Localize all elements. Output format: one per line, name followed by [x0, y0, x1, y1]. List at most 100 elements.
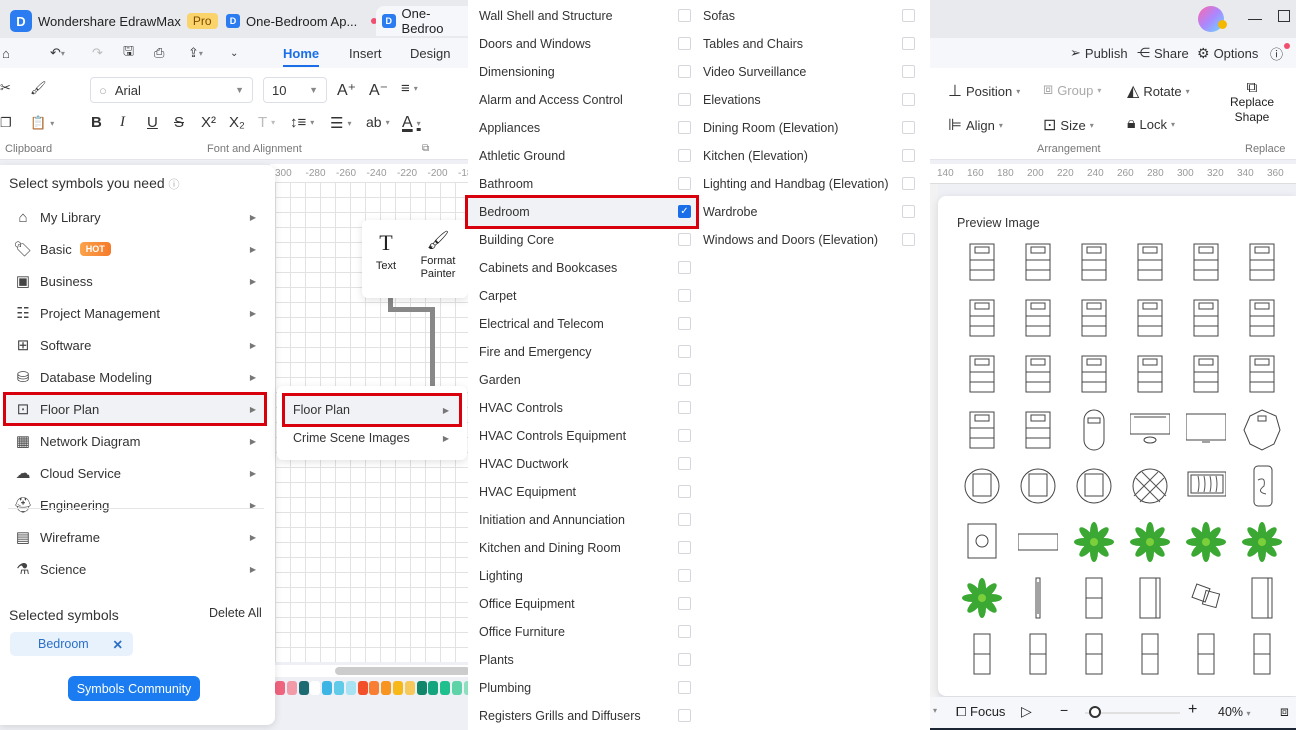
help-circle-icon[interactable]: ⓘ	[169, 179, 180, 191]
bed-symbol[interactable]	[1074, 352, 1114, 396]
category-item[interactable]: Bedroom ✓	[465, 195, 699, 229]
wardrobe-symbol[interactable]	[1018, 632, 1058, 676]
format-brush-icon[interactable]: 🖌	[30, 80, 47, 96]
category-item[interactable]: HVAC Ductwork	[468, 450, 696, 478]
wardrobe-symbol[interactable]	[962, 632, 1002, 676]
category-item[interactable]: Sofas	[692, 2, 930, 30]
round-table-symbol[interactable]	[1242, 408, 1282, 452]
minimize-icon[interactable]: —	[1248, 10, 1262, 26]
checkbox[interactable]	[678, 93, 691, 106]
category-item[interactable]: HVAC Controls	[468, 394, 696, 422]
italic-icon[interactable]: I	[120, 114, 125, 131]
category-item[interactable]: Lighting and Handbag (Elevation)	[692, 170, 930, 198]
color-swatch[interactable]	[334, 681, 344, 695]
category-item[interactable]: Dimensioning	[468, 58, 696, 86]
color-swatch[interactable]	[440, 681, 451, 695]
bullet-list-icon[interactable]: ☰ ▾	[330, 114, 351, 132]
category-item[interactable]: Wall Shell and Structure	[468, 2, 696, 30]
bed-symbol[interactable]	[1186, 296, 1226, 340]
bed-symbol[interactable]	[1242, 296, 1282, 340]
plant-symbol[interactable]	[1074, 520, 1114, 564]
plant-symbol[interactable]	[962, 576, 1002, 620]
round-bed-symbol[interactable]	[962, 464, 1002, 508]
category-item[interactable]: Wardrobe	[692, 198, 930, 226]
checkbox[interactable]	[902, 205, 915, 218]
sidebar-item-network-diagram[interactable]: ▦ Network Diagram ▶	[6, 427, 264, 455]
category-item[interactable]: Garden	[468, 366, 696, 394]
delete-all-button[interactable]: Delete All	[209, 606, 262, 620]
round-rug-symbol[interactable]	[1130, 464, 1170, 508]
bed-symbol[interactable]	[1130, 352, 1170, 396]
replace-shape-button[interactable]: ⧉ Replace Shape	[1212, 80, 1292, 125]
increase-font-icon[interactable]: A⁺	[337, 80, 356, 100]
color-swatch[interactable]	[428, 681, 439, 695]
decrease-font-icon[interactable]: A⁻	[369, 80, 388, 100]
plant-symbol[interactable]	[1186, 520, 1226, 564]
bed-symbol[interactable]	[1186, 352, 1226, 396]
sidebar-item-basic[interactable]: 🏷︎ Basic HOT ▶	[6, 235, 264, 263]
app-home-tab[interactable]: D Wondershare EdrawMax Pro	[4, 6, 224, 36]
horizontal-scrollbar-thumb[interactable]	[335, 667, 470, 675]
category-item[interactable]: Building Core	[468, 226, 696, 254]
document-tab-1[interactable]: D One-Bedroom Ap...	[220, 6, 383, 36]
text-case-icon[interactable]: ab ▾	[366, 114, 390, 130]
zoom-in-icon[interactable]: +	[1188, 701, 1197, 719]
align-button[interactable]: ⊫ Align ▾	[948, 115, 1003, 135]
position-button[interactable]: ⊥ Position ▾	[948, 81, 1020, 101]
category-item[interactable]: Doors and Windows	[468, 30, 696, 58]
bed-symbol[interactable]	[1242, 352, 1282, 396]
bed-symbol[interactable]	[962, 352, 1002, 396]
restore-icon[interactable]	[1278, 10, 1290, 22]
oval-bed-symbol[interactable]	[1074, 408, 1114, 452]
checkbox[interactable]	[678, 597, 691, 610]
wall-shape[interactable]	[430, 307, 435, 387]
cabinet-symbol[interactable]	[1130, 576, 1170, 620]
rectangle-symbol[interactable]	[1017, 520, 1059, 564]
checkbox[interactable]	[678, 625, 691, 638]
color-swatch[interactable]	[286, 681, 297, 695]
underline-icon[interactable]: U	[147, 114, 158, 131]
chevron-down-icon[interactable]: ▾	[933, 706, 937, 715]
wardrobe-symbol[interactable]	[1074, 576, 1114, 620]
zoom-level-select[interactable]: 40% ▾	[1218, 705, 1251, 719]
category-item[interactable]: Elevations	[692, 86, 930, 114]
checkbox[interactable]	[902, 121, 915, 134]
category-item[interactable]: Electrical and Telecom	[468, 310, 696, 338]
round-bed-symbol[interactable]	[1074, 464, 1114, 508]
category-item[interactable]: Windows and Doors (Elevation)	[692, 226, 930, 254]
category-item[interactable]: Appliances	[468, 114, 696, 142]
symbols-community-button[interactable]: Symbols Community	[68, 676, 200, 701]
checkbox[interactable]	[678, 37, 691, 50]
color-swatch[interactable]	[393, 681, 403, 695]
copy-icon[interactable]: ❐	[0, 115, 12, 131]
quick-access-more-icon[interactable]: ⌄	[230, 38, 238, 68]
checkbox[interactable]	[678, 373, 691, 386]
checkbox[interactable]	[678, 345, 691, 358]
help-icon[interactable]: ⓘ	[1270, 38, 1283, 68]
document-tab-2[interactable]: D One-Bedroo	[376, 6, 476, 36]
text-tool-button[interactable]: T Text	[368, 230, 404, 272]
cut-icon[interactable]: ✂	[0, 80, 11, 96]
font-settings-launcher-icon[interactable]: ⧉	[422, 143, 429, 154]
share-button[interactable]: ⋲ Share	[1137, 38, 1189, 68]
category-item[interactable]: Carpet	[468, 282, 696, 310]
tab-insert[interactable]: Insert	[349, 38, 382, 68]
checkbox[interactable]	[678, 541, 691, 554]
category-item[interactable]: HVAC Controls Equipment	[468, 422, 696, 450]
size-button[interactable]: ⊡ Size ▾	[1043, 115, 1094, 135]
safe-symbol[interactable]	[962, 520, 1002, 564]
sidebar-item-wireframe[interactable]: ▤ Wireframe ▶	[6, 523, 264, 551]
bed-symbol[interactable]	[1018, 296, 1058, 340]
save-icon[interactable]: 🖫	[123, 38, 134, 68]
bold-icon[interactable]: B	[91, 114, 102, 131]
category-item[interactable]: Video Surveillance	[692, 58, 930, 86]
wardrobe-symbol[interactable]	[1074, 632, 1114, 676]
font-color-icon[interactable]: A ▾	[402, 114, 421, 132]
color-swatch[interactable]	[310, 681, 321, 695]
category-item[interactable]: Lighting	[468, 562, 696, 590]
remove-chip-icon[interactable]: ✕	[113, 637, 123, 652]
subscript-icon[interactable]: X₂	[229, 114, 245, 131]
checkbox[interactable]	[678, 513, 691, 526]
checkbox[interactable]	[678, 317, 691, 330]
category-item[interactable]: Office Equipment	[468, 590, 696, 618]
